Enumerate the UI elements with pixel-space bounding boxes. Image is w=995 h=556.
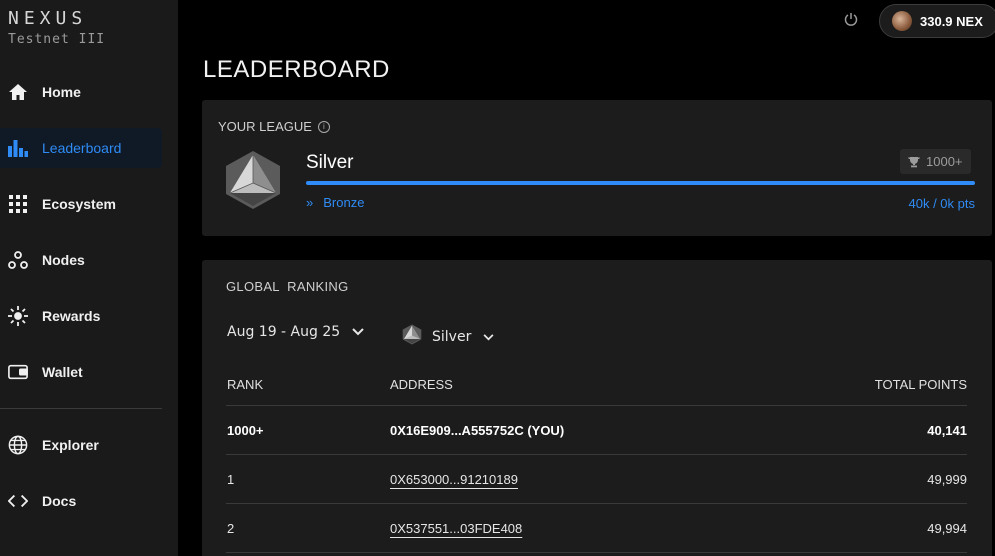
rank-cell: 1000+ [227,422,264,438]
sidebar-item-label: Wallet [42,364,83,380]
league-heading-text: YOUR LEAGUE [218,119,312,134]
column-header-points: TOTAL POINTS [874,377,967,392]
table-header: RANK ADDRESS TOTAL POINTS [226,364,967,406]
sidebar: NEXUS Testnet III Home Leaderboard Ecosy… [0,0,178,556]
sidebar-item-nodes[interactable]: Nodes [0,240,162,280]
sidebar-item-label: Rewards [42,308,101,324]
trophy-rank-badge: 1000+ [900,149,971,174]
sidebar-item-label: Explorer [42,437,99,453]
globe-icon [8,435,28,455]
next-league-name: Bronze [323,195,365,210]
league-badge-icon [402,324,422,349]
sidebar-item-leaderboard[interactable]: Leaderboard [0,128,162,168]
league-card: YOUR LEAGUE i Silver 1000+ » Bronze 40k … [202,100,992,236]
brand-subtitle: Testnet III [8,32,106,47]
wallet-balance-button[interactable]: 330.9 NEX [879,4,995,38]
brand: NEXUS Testnet III [8,8,105,47]
grid-icon [8,194,28,214]
sparkle-icon [8,306,28,326]
sidebar-item-home[interactable]: Home [0,72,162,112]
info-icon[interactable]: i [317,120,330,133]
column-header-rank: RANK [227,377,264,392]
league-name: Silver [306,152,354,173]
league-dropdown[interactable]: Silver [402,324,494,349]
balance-text: 330.9 NEX [920,13,983,29]
ranking-heading: GLOBAL RANKING [226,279,349,294]
sidebar-item-docs[interactable]: Docs [0,481,162,521]
address-cell: 0X653000...91210189 [390,472,817,487]
sidebar-item-label: Leaderboard [42,140,122,156]
rank-cell: 1 [227,471,235,487]
address-link[interactable]: 0X653000...91210189 [390,472,518,487]
points-cell: 49,999 [927,471,967,487]
nodes-icon [8,250,28,270]
chevron-down-icon [352,324,364,340]
bar-chart-icon [8,138,28,158]
league-points: 40k / 0k pts [908,196,975,211]
league-progress-fill [306,181,975,185]
sidebar-item-wallet[interactable]: Wallet [0,352,162,392]
league-badge-icon [224,150,282,215]
points-cell: 40,141 [927,422,967,438]
address-cell: 0X16E909...A555752C (YOU) [390,422,565,438]
column-header-address: ADDRESS [390,377,453,392]
sidebar-item-ecosystem[interactable]: Ecosystem [0,184,162,224]
power-button[interactable] [842,12,860,30]
sidebar-item-label: Nodes [42,252,85,268]
sidebar-divider [0,408,162,409]
points-cell: 49,994 [927,520,967,536]
power-icon [844,12,858,31]
page-title: LEADERBOARD [203,56,390,83]
league-heading: YOUR LEAGUE i [218,119,330,134]
sidebar-item-label: Docs [42,493,77,509]
double-chevron-right-icon: » [306,195,314,210]
ranking-table: RANK ADDRESS TOTAL POINTS 1000+ 0X16E909… [226,364,967,553]
table-row: 1 0X653000...91210189 49,999 [226,455,967,504]
trophy-icon [908,156,920,167]
address-cell: 0X537551...03FDE408 [390,521,817,536]
table-row: 2 0X537551...03FDE408 49,994 [226,504,967,553]
home-icon [8,82,28,102]
date-range-dropdown[interactable]: Aug 19 - Aug 25 [227,324,364,340]
rank-cell: 2 [227,520,235,536]
code-icon [8,491,28,511]
sidebar-item-label: Home [42,84,81,100]
table-row-you: 1000+ 0X16E909...A555752C (YOU) 40,141 [226,406,967,455]
league-progress-bar [306,181,975,185]
chevron-down-icon [483,329,494,345]
date-range-value: Aug 19 - Aug 25 [227,324,341,340]
sidebar-item-explorer[interactable]: Explorer [0,425,162,465]
trophy-rank-text: 1000+ [926,154,963,169]
next-league-link[interactable]: » Bronze [306,195,364,210]
wallet-icon [8,362,28,382]
avatar [892,11,912,31]
address-link[interactable]: 0X537551...03FDE408 [390,521,522,536]
global-ranking-card: GLOBAL RANKING Aug 19 - Aug 25 Silver RA… [202,260,992,556]
brand-name: NEXUS [8,8,88,29]
league-filter-value: Silver [432,328,472,345]
sidebar-item-rewards[interactable]: Rewards [0,296,162,336]
sidebar-item-label: Ecosystem [42,196,116,212]
